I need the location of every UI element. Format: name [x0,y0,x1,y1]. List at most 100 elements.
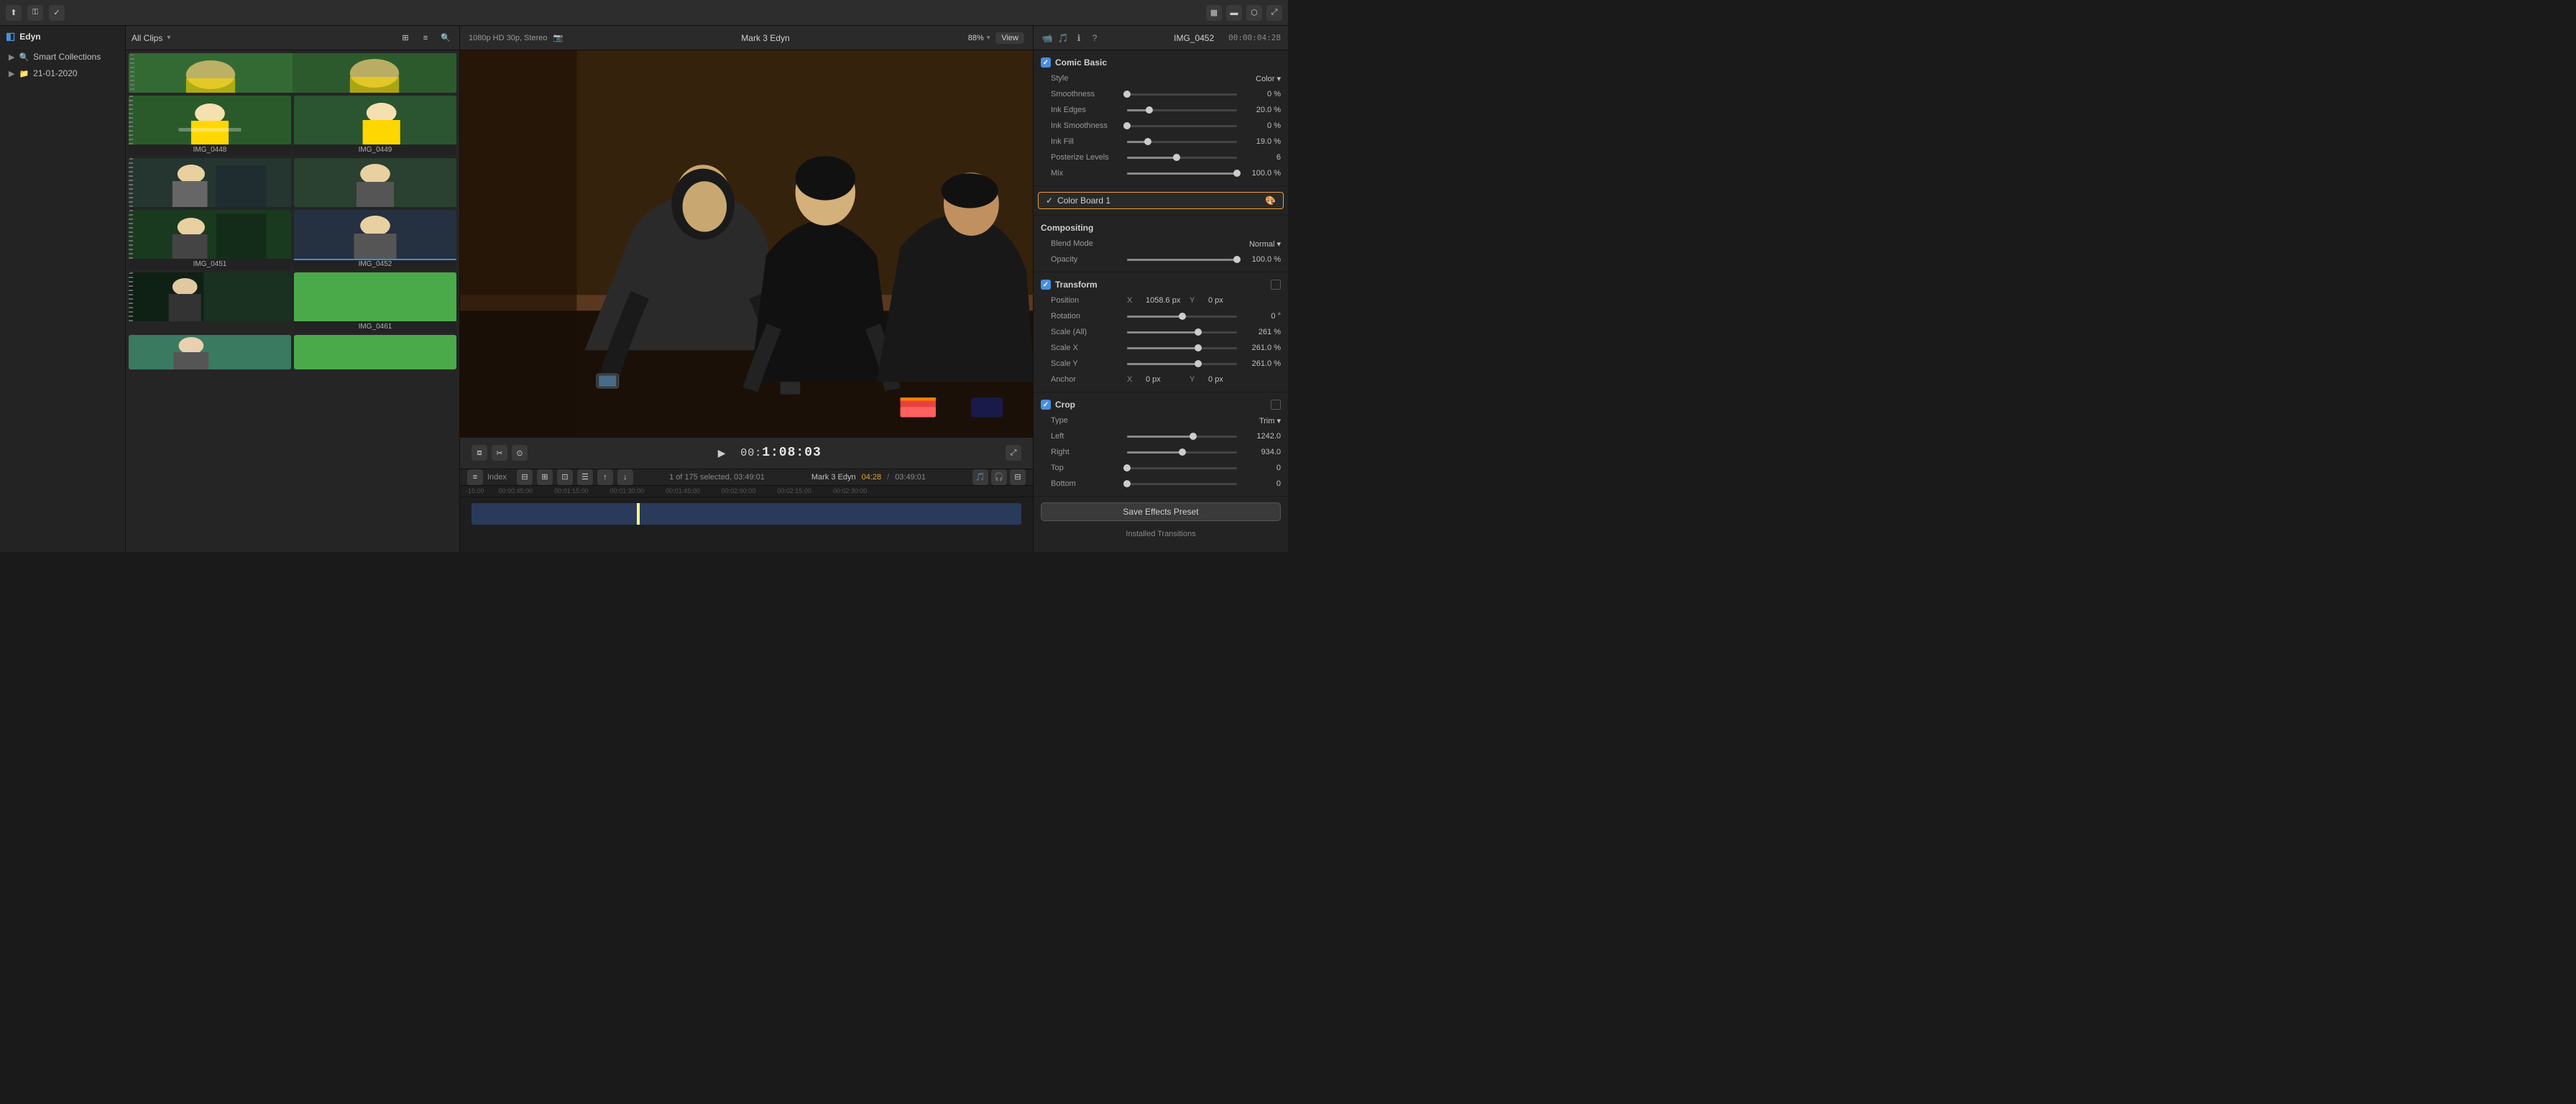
clip-up-arrow[interactable]: ↑ [597,469,613,485]
play-button[interactable]: ▶ [712,443,732,463]
audio-btn-2[interactable]: 🎧 [991,469,1007,485]
clip-item-mid1[interactable] [129,158,291,207]
crop-right-value: 934.0 [1241,448,1281,456]
dropdown-arrow[interactable]: ▾ [167,34,170,42]
tc-3: 00:01:15:00 [554,487,589,494]
clip-mode-btn[interactable]: ⧈ [472,445,487,461]
ink-fill-slider[interactable] [1127,141,1237,143]
crop-right-slider[interactable] [1127,451,1237,454]
ink-edges-slider[interactable] [1127,109,1237,111]
clip-item-0451[interactable]: IMG_0451 [129,210,291,270]
posterize-slider[interactable] [1127,157,1237,159]
clip-down-arrow[interactable]: ↓ [617,469,633,485]
clip-nav-2[interactable]: ⊞ [537,469,553,485]
help-inspector-tab[interactable]: ? [1088,32,1101,45]
view-button[interactable]: View [995,32,1024,44]
grid-icon-2[interactable]: ▬ [1226,5,1242,21]
fullscreen-icon[interactable]: ⤢ [1266,5,1282,21]
style-value[interactable]: Color ▾ [1256,74,1281,83]
transport-left: ⧈ ✂ ⊙ [472,445,528,461]
mix-slider[interactable] [1127,172,1237,175]
tc-6: 00:02:00:00 [722,487,756,494]
clip-label-0451: IMG_0451 [129,259,291,270]
audio-btn-1[interactable]: 🎵 [972,469,988,485]
zoom-control[interactable]: 88% ▾ [968,34,990,42]
speed-btn[interactable]: ⊙ [512,445,528,461]
scale-x-slider[interactable] [1127,347,1237,349]
clip-item-mid2[interactable] [294,158,456,207]
scale-y-slider[interactable] [1127,363,1237,365]
clip-item-bottom1[interactable] [129,335,291,369]
clip-item-0461-left[interactable] [129,272,291,332]
crop-bottom-slider[interactable] [1127,483,1237,485]
opacity-thumb[interactable] [1233,256,1241,263]
posterize-thumb[interactable] [1173,154,1180,161]
rotation-thumb[interactable] [1179,313,1186,320]
color-wheel-icon[interactable]: 🎨 [1265,196,1276,206]
clip-nav-3[interactable]: ⊡ [557,469,573,485]
sidebar-item-smart-collections[interactable]: ▶ 🔍 Smart Collections [3,49,122,65]
ink-smoothness-slider[interactable] [1127,125,1237,127]
blend-mode-value[interactable]: Normal ▾ [1249,239,1281,249]
color-board-checkbox[interactable]: ✓ [1046,196,1053,206]
crop-left-slider[interactable] [1127,436,1237,438]
crop-right-thumb[interactable] [1179,448,1186,456]
crop-top-thumb[interactable] [1123,464,1131,472]
clip-item-0461[interactable]: IMG_0461 [294,272,456,332]
save-icon[interactable]: ⬆ [6,5,22,21]
ink-smoothness-thumb[interactable] [1123,122,1131,129]
clip-item[interactable] [129,53,456,93]
comic-basic-checkbox[interactable]: ✓ [1041,58,1051,68]
grid-view-btn[interactable]: ⊞ [397,30,413,46]
scale-all-slider[interactable] [1127,331,1237,334]
clip-nav-4[interactable]: ☰ [577,469,593,485]
compositing-header: Compositing [1034,220,1288,236]
param-ink-fill: Ink Fill 19.0 % [1034,134,1288,150]
smoothness-label: Smoothness [1051,90,1123,98]
search-btn[interactable]: 🔍 [438,30,454,46]
grid-icon-1[interactable]: ▦ [1206,5,1222,21]
crop-bottom-thumb[interactable] [1123,480,1131,487]
mix-thumb[interactable] [1233,170,1241,177]
list-view-btn[interactable]: ≡ [418,30,433,46]
fullscreen-viewer-btn[interactable]: ⤢ [1006,445,1021,461]
check-icon[interactable]: ✓ [49,5,65,21]
scale-all-fill [1127,331,1198,334]
crop-type-value[interactable]: Trim ▾ [1259,416,1281,426]
timeline-track-main[interactable] [472,503,1021,525]
timeline-track-area[interactable] [460,497,1033,540]
scale-y-thumb[interactable] [1195,360,1202,367]
crop-top-slider[interactable] [1127,467,1237,469]
clip-item-0448[interactable]: IMG_0448 [129,96,291,155]
clip-item-0449[interactable]: IMG_0449 [294,96,456,155]
audio-controls: 🎵 🎧 ⊟ [972,469,1026,485]
video-inspector-tab[interactable]: 📹 [1041,32,1054,45]
transform-checkbox[interactable]: ✓ [1041,280,1051,290]
grid-icon-3[interactable]: ⬡ [1246,5,1262,21]
clip-item-bottom2[interactable] [294,335,456,369]
transform-label: Transform [1055,280,1098,290]
tc-1: -15:00 [466,487,484,494]
save-effects-preset-button[interactable]: Save Effects Preset [1041,502,1281,521]
opacity-slider[interactable] [1127,259,1237,261]
audio-inspector-tab[interactable]: 🎵 [1057,32,1070,45]
sidebar-item-date-folder[interactable]: ▶ 📁 21-01-2020 [3,65,122,81]
ink-edges-thumb[interactable] [1146,106,1153,114]
crop-left-thumb[interactable] [1190,433,1197,440]
clip-nav-1[interactable]: ⊟ [517,469,533,485]
scale-all-thumb[interactable] [1195,328,1202,336]
clip-item-0452[interactable]: IMG_0452 [294,210,456,270]
comic-basic-label: Comic Basic [1055,58,1107,68]
rotation-slider[interactable] [1127,316,1237,318]
trim-btn[interactable]: ✂ [492,445,507,461]
scale-x-thumb[interactable] [1195,344,1202,351]
index-btn[interactable]: ≡ [467,469,483,485]
ink-fill-thumb[interactable] [1144,138,1151,145]
crop-left-fill [1127,436,1193,438]
crop-checkbox[interactable]: ✓ [1041,400,1051,410]
audio-btn-3[interactable]: ⊟ [1010,469,1026,485]
info-inspector-tab[interactable]: ℹ [1072,32,1085,45]
key-icon[interactable]: ⚿ [27,5,43,21]
smoothness-thumb[interactable] [1123,91,1131,98]
smoothness-slider[interactable] [1127,93,1237,96]
